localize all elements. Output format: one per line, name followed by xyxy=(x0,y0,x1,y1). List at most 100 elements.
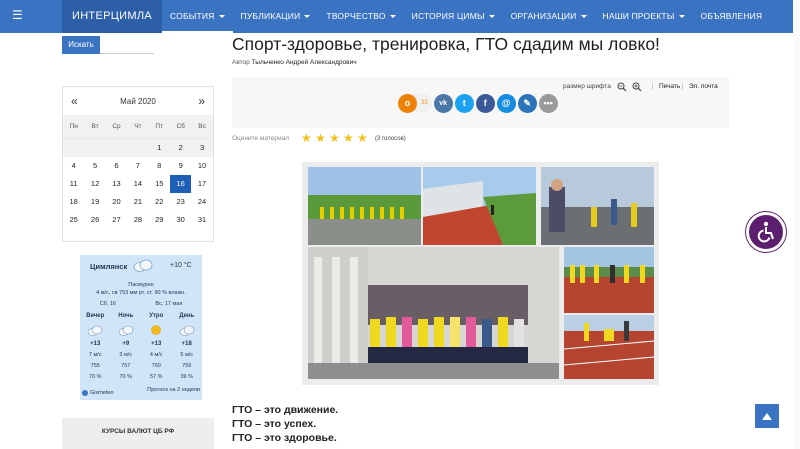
calendar-day[interactable]: 17 xyxy=(191,175,212,193)
calendar-day[interactable]: 30 xyxy=(170,211,191,229)
sun-icon xyxy=(141,321,172,339)
mail-icon[interactable]: @ xyxy=(496,93,516,113)
zoom-in-icon[interactable] xyxy=(632,82,642,92)
star-icon[interactable]: ★ xyxy=(357,132,369,144)
calendar-day[interactable]: 4 xyxy=(63,157,84,175)
weather-period-humidity: 57 % xyxy=(149,374,163,380)
caret-down-icon xyxy=(389,15,396,19)
calendar-day[interactable]: 29 xyxy=(149,211,170,229)
calendar-empty-cell xyxy=(106,139,127,157)
photo-collage[interactable] xyxy=(302,162,659,385)
article-paragraph: ГТО – это движение. xyxy=(232,404,339,416)
caret-down-icon xyxy=(580,15,587,19)
weather-period-name: Ночь xyxy=(118,313,134,319)
twitter-icon[interactable]: t xyxy=(454,93,474,113)
calendar-next-button[interactable]: » xyxy=(198,94,205,108)
site-brand[interactable]: ИНТЕРЦИМЛА xyxy=(62,0,162,33)
weather-period: Утро +13 4 м/с 760 57 % xyxy=(141,311,172,383)
star-icon[interactable]: ★ xyxy=(343,132,355,144)
facebook-icon[interactable]: f xyxy=(475,93,495,113)
calendar-day[interactable]: 12 xyxy=(84,175,105,193)
nav-item-projects[interactable]: НАШИ ПРОЕКТЫ xyxy=(595,0,693,33)
calendar-day[interactable]: 1 xyxy=(149,139,170,157)
calendar-day[interactable]: 25 xyxy=(63,211,84,229)
photo-group xyxy=(308,247,559,379)
weather-period-pressure: 760 xyxy=(151,363,161,369)
weather-period-wind: 7 м/с xyxy=(88,352,102,358)
calendar-day[interactable]: 19 xyxy=(84,193,105,211)
calendar-day[interactable]: 27 xyxy=(106,211,127,229)
calendar-empty-cell xyxy=(84,139,105,157)
article-body: ГТО – это движение. ГТО – это успех. ГТО… xyxy=(232,403,338,445)
calendar-day[interactable]: 10 xyxy=(191,157,212,175)
article-paragraph: ГТО – это здоровье. xyxy=(232,432,337,444)
weather-period-pressure: 759 xyxy=(182,363,192,369)
wheelchair-icon xyxy=(757,221,774,243)
calendar-day[interactable]: 16 xyxy=(169,175,192,193)
forecast-link[interactable]: Прогноз на 2 недели xyxy=(147,387,200,399)
print-link[interactable]: Печать xyxy=(652,83,680,90)
caret-down-icon xyxy=(304,15,311,19)
calendar-day[interactable]: 14 xyxy=(127,175,148,193)
weather-details: 4 м/с, св 753 мм рт. ст. 90 % влажн. xyxy=(96,290,186,296)
weather-city: Цимлянск xyxy=(90,262,128,271)
livejournal-icon[interactable]: ✎ xyxy=(517,93,537,113)
search-button[interactable]: Искать xyxy=(62,36,100,54)
email-link[interactable]: Эл. почта xyxy=(682,83,718,90)
star-icon[interactable]: ★ xyxy=(301,132,313,144)
nav-item-publications[interactable]: ПУБЛИКАЦИИ xyxy=(233,0,319,33)
calendar-day[interactable]: 2 xyxy=(170,139,191,157)
more-icon[interactable]: ••• xyxy=(538,93,558,113)
weather-period-humidity: 70 % xyxy=(119,374,133,380)
calendar-day[interactable]: 6 xyxy=(106,157,127,175)
nav-item-creativity[interactable]: ТВОРЧЕСТВО xyxy=(318,0,403,33)
calendar-day[interactable]: 7 xyxy=(127,157,148,175)
calendar-day[interactable]: 23 xyxy=(170,193,191,211)
calendar-day[interactable]: 22 xyxy=(149,193,170,211)
vk-icon[interactable]: vk xyxy=(433,93,453,113)
weather-period-pressure: 755 xyxy=(90,363,100,369)
star-icon[interactable]: ★ xyxy=(329,132,341,144)
arrow-up-icon xyxy=(762,412,772,420)
calendar-weekday: Вс xyxy=(198,123,206,130)
nav-item-announcements[interactable]: ОБЪЯВЛЕНИЯ xyxy=(693,0,771,33)
menu-icon[interactable]: ☰ xyxy=(12,8,26,22)
calendar-day[interactable]: 20 xyxy=(106,193,127,211)
nav-item-history[interactable]: ИСТОРИЯ ЦИМЫ xyxy=(404,0,503,33)
calendar-day[interactable]: 8 xyxy=(149,157,170,175)
cloud-icon xyxy=(172,321,203,339)
gismeteo-link[interactable]: Gismeteo xyxy=(82,387,114,399)
calendar-day[interactable]: 5 xyxy=(84,157,105,175)
weather-day: Сб, 16 xyxy=(99,301,116,307)
article-title: Спорт-здоровье, тренировка, ГТО сдадим м… xyxy=(232,34,660,54)
calendar-day[interactable]: 31 xyxy=(191,211,212,229)
scrollbar[interactable] xyxy=(793,0,800,449)
zoom-out-icon[interactable] xyxy=(617,82,627,92)
calendar-day[interactable]: 21 xyxy=(127,193,148,211)
calendar-day[interactable]: 11 xyxy=(63,175,84,193)
calendar-day[interactable]: 24 xyxy=(191,193,212,211)
weather-period-humidity: 70 % xyxy=(88,374,102,380)
calendar-day[interactable]: 15 xyxy=(149,175,170,193)
share-ok-button[interactable]: о 33 xyxy=(398,93,432,113)
nav-item-events[interactable]: СОБЫТИЯ xyxy=(162,0,233,33)
weather-period-temp: +18 xyxy=(181,341,192,347)
photo-stadium-kids xyxy=(308,167,421,245)
odnoklassniki-icon: о xyxy=(398,93,417,113)
photo-coach xyxy=(541,167,654,245)
calendar-weekday: Пн xyxy=(69,123,78,130)
weather-days: Сб, 16 Вс, 17 мая xyxy=(80,301,202,311)
accessibility-button[interactable] xyxy=(746,212,786,252)
calendar-day[interactable]: 3 xyxy=(191,139,212,157)
scroll-to-top-button[interactable] xyxy=(755,404,779,428)
weather-period-wind: 4 м/с xyxy=(149,352,163,358)
rating-votes: (3 голосов) xyxy=(375,136,406,142)
nav-item-organizations[interactable]: ОРГАНИЗАЦИИ xyxy=(503,0,595,33)
calendar-day[interactable]: 28 xyxy=(127,211,148,229)
calendar-day[interactable]: 26 xyxy=(84,211,105,229)
star-icon[interactable]: ★ xyxy=(315,132,327,144)
calendar-day[interactable]: 13 xyxy=(106,175,127,193)
calendar-day[interactable]: 18 xyxy=(63,193,84,211)
weather-condition: Пасмурно xyxy=(128,282,154,288)
calendar-day[interactable]: 9 xyxy=(170,157,191,175)
